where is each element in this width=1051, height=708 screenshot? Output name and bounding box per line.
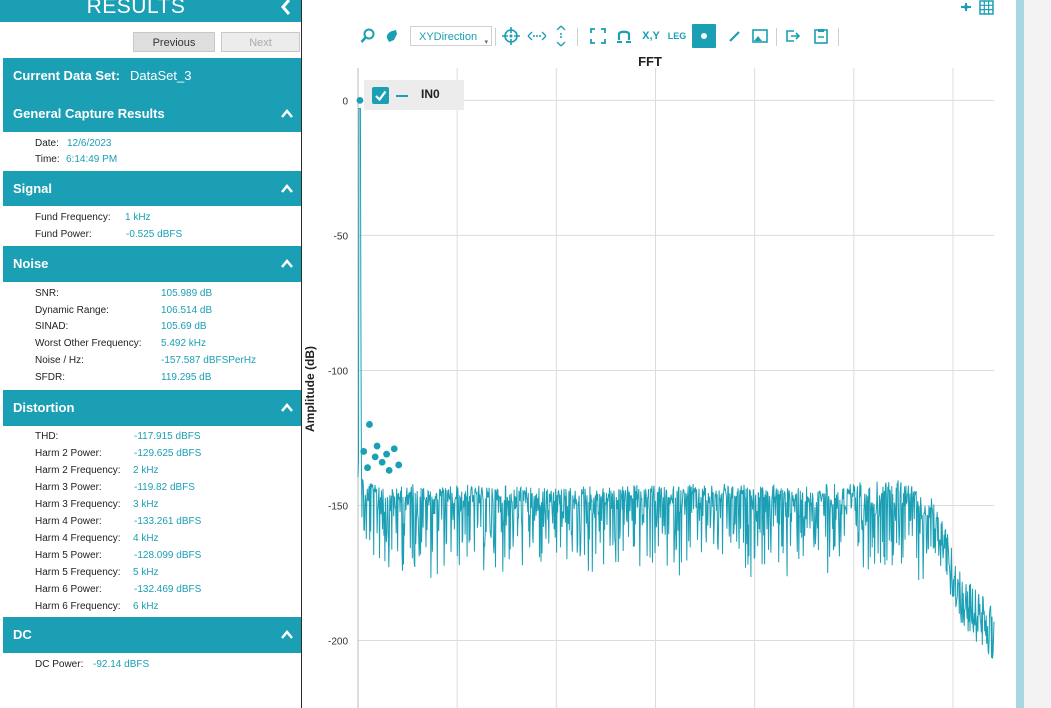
peak-marker: [373, 442, 381, 450]
peak-marker: [371, 453, 379, 461]
fft-plot[interactable]: 0 -50 -100 -150 -200: [0, 0, 1051, 708]
chart-legend: IN0: [364, 80, 464, 110]
fft-series-line: [357, 108, 995, 659]
y-tick-label: -150: [328, 501, 348, 512]
peak-marker: [378, 458, 386, 466]
peak-marker: [356, 97, 364, 104]
y-tick-label: -50: [334, 231, 349, 242]
legend-checkbox[interactable]: [372, 87, 389, 104]
legend-series-name: IN0: [421, 87, 440, 101]
y-tick-label: -200: [328, 636, 348, 647]
legend-swatch: [396, 95, 408, 97]
peak-marker: [390, 445, 398, 453]
peak-marker: [383, 450, 391, 458]
app-window: RESULTS Previous Next Current Data Set: …: [0, 0, 1051, 708]
peak-marker: [364, 464, 371, 472]
peak-marker: [395, 461, 403, 469]
peak-marker: [385, 466, 393, 474]
y-tick-label: -100: [328, 366, 348, 377]
peak-marker: [360, 448, 368, 455]
y-tick-label: 0: [342, 96, 348, 107]
peak-marker: [366, 421, 373, 428]
